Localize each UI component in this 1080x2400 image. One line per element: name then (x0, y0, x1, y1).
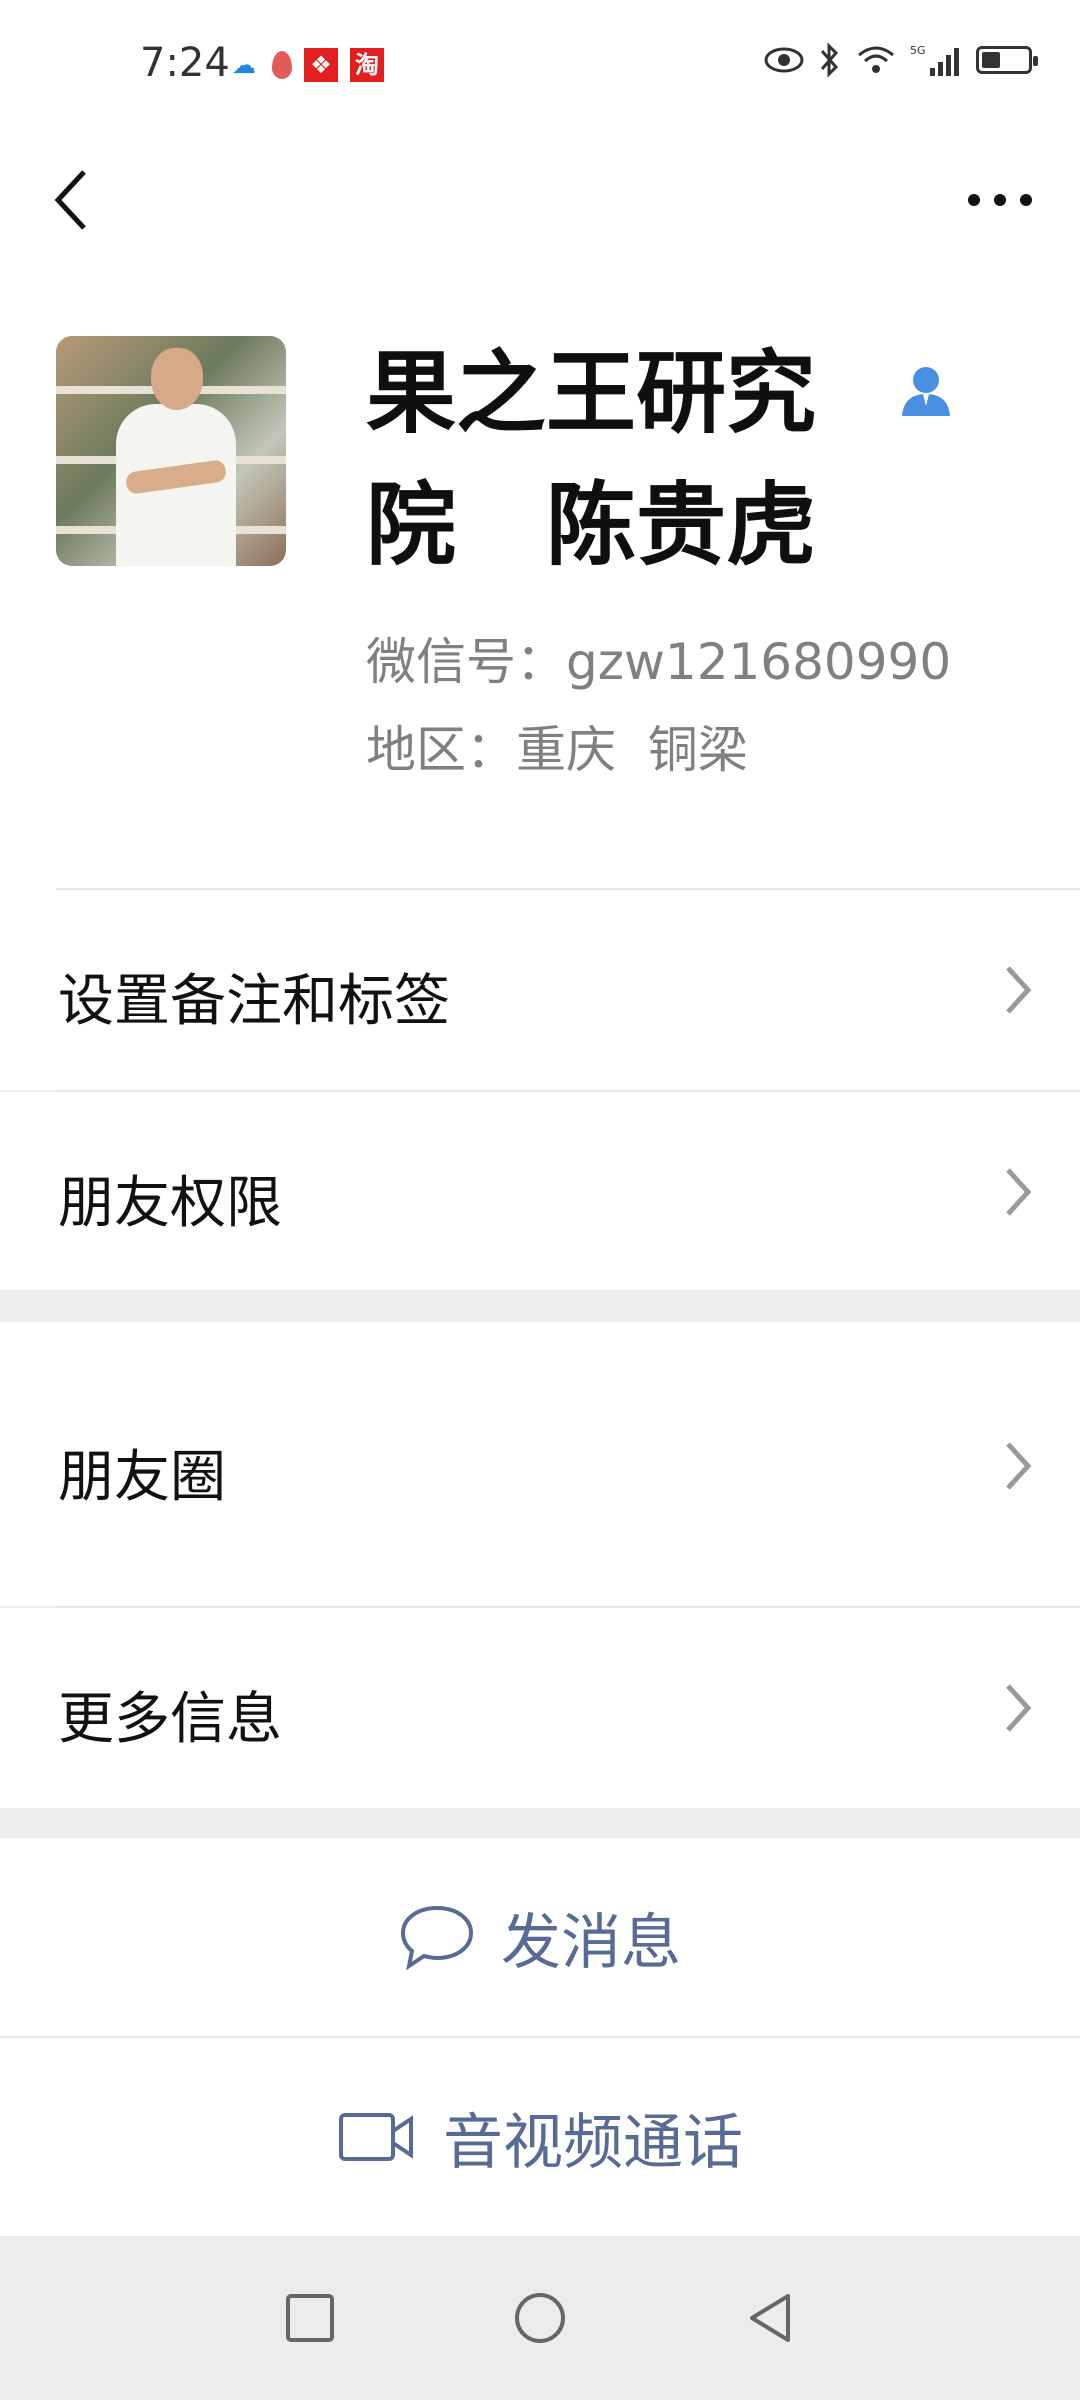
moments-label: 朋友圈 (58, 1445, 226, 1510)
region: 地区：重庆 铜梁 (366, 721, 748, 779)
notification-icons: ☁ ❖ 淘 (232, 48, 384, 82)
chat-bubble-icon (400, 1905, 474, 1970)
more-dots-icon (968, 194, 1032, 206)
avatar[interactable] (56, 336, 286, 566)
more-info-item[interactable]: 更多信息 (0, 1608, 1080, 1808)
chevron-right-icon (1006, 1168, 1032, 1216)
send-message-button[interactable]: 发消息 (0, 1838, 1080, 2036)
top-nav (0, 130, 1080, 290)
system-navigation-bar (0, 2236, 1080, 2400)
video-camera-icon (339, 2113, 413, 2161)
chevron-right-icon (1006, 1442, 1032, 1490)
back-triangle-icon[interactable] (740, 2288, 800, 2348)
contact-person-icon (902, 367, 950, 416)
wechat-id: 微信号：gzw121680990 (366, 633, 952, 691)
more-button[interactable] (960, 160, 1040, 240)
chevron-right-icon (1006, 1684, 1032, 1732)
profile-header: 果之王研究 院 陈贵虎 微信号：gzw121680990 地区：重庆 铜梁 (0, 290, 1080, 890)
remark-tags-item[interactable]: 设置备注和标签 (0, 890, 1080, 1090)
remark-tags-label: 设置备注和标签 (58, 969, 450, 1034)
drop-icon (272, 51, 292, 79)
recents-square-icon[interactable] (280, 2288, 340, 2348)
battery-icon (976, 46, 1038, 74)
video-call-label: 音视频通话 (443, 2107, 743, 2178)
back-button[interactable] (42, 160, 102, 240)
taobao-icon: 淘 (350, 48, 384, 82)
eye-icon (764, 47, 804, 73)
chevron-right-icon (1006, 966, 1032, 1014)
wifi-icon (858, 46, 894, 73)
send-message-label: 发消息 (501, 1907, 681, 1978)
more-info-label: 更多信息 (58, 1687, 282, 1752)
moments-item[interactable]: 朋友圈 (0, 1322, 1080, 1606)
status-time: 7:24 (140, 40, 230, 86)
home-circle-icon[interactable] (510, 2288, 570, 2348)
bluetooth-icon (820, 42, 839, 78)
status-bar: 7:24 ☁ ❖ 淘 5G (0, 0, 1080, 130)
app-red-icon: ❖ (304, 48, 338, 82)
back-chevron-icon (54, 170, 86, 230)
friend-permission-item[interactable]: 朋友权限 (0, 1092, 1080, 1290)
signal-5g-icon: 5G (910, 44, 959, 76)
system-icons: 5G (764, 42, 1038, 78)
network-label: 5G (910, 44, 926, 57)
video-call-button[interactable]: 音视频通话 (0, 2038, 1080, 2236)
contact-name-line2: 院 陈贵虎 (366, 473, 816, 578)
friend-permission-label: 朋友权限 (58, 1171, 282, 1236)
cloud-icon: ☁ (232, 51, 256, 79)
